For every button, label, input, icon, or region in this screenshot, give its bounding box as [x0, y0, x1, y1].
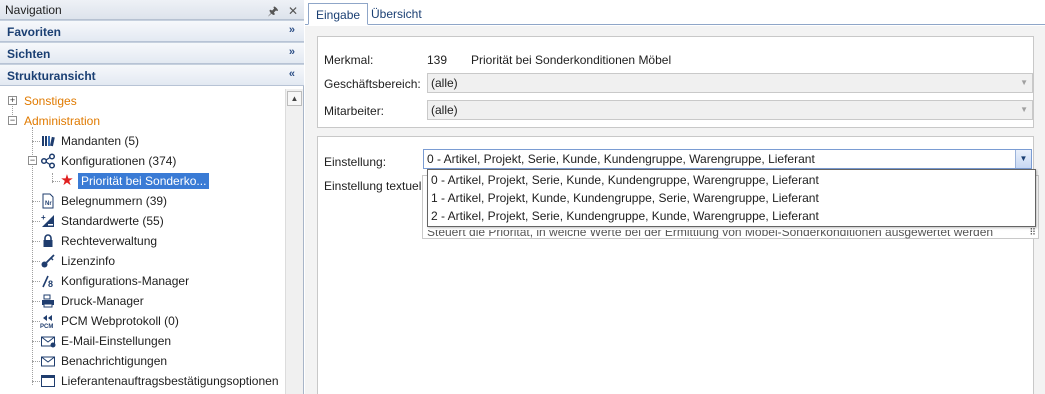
filter-group: Merkmal: 139 Priorität bei Sonderkonditi…: [317, 36, 1034, 128]
collapse-icon[interactable]: −: [8, 116, 17, 125]
window-icon: [40, 373, 56, 389]
tree-item-konfigurationen[interactable]: − Konfigurationen (374): [0, 152, 285, 170]
geschaeftsbereich-value: (alle): [431, 76, 458, 90]
description-text: Steuert die Priorität, in welche Werte b…: [427, 230, 994, 239]
lock-icon: [40, 233, 56, 249]
tree-item-lieferantenauftragsbestaetigungsoptionen[interactable]: Lieferantenauftragsbestätigungsoptionen: [0, 372, 285, 390]
tree-item-mandanten[interactable]: Mandanten (5): [0, 132, 285, 150]
mitarbeiter-value: (alle): [431, 103, 458, 117]
document-number-icon: Nr: [40, 193, 56, 209]
tree-item-label: Sonstiges: [24, 94, 77, 108]
tree-item-label: E-Mail-Einstellungen: [61, 334, 172, 348]
section-sichten[interactable]: Sichten »: [0, 42, 304, 64]
chevron-down-icon: »: [288, 46, 295, 58]
tree-item-label: Standardwerte (55): [61, 214, 164, 228]
tree-item-sonstiges[interactable]: + Sonstiges: [0, 92, 285, 110]
tree-item-label: Benachrichtigungen: [61, 354, 168, 368]
tree-item-administration[interactable]: − Administration: [0, 112, 285, 130]
chevron-up-icon: «: [288, 68, 295, 80]
library-icon: [40, 133, 56, 149]
tab-bar: Eingabe Übersicht: [305, 0, 1045, 25]
tree-item-benachrichtigungen[interactable]: Benachrichtigungen: [0, 352, 285, 370]
einstellung-textuell-label: Einstellung textuell:: [324, 179, 428, 193]
scroll-up-icon[interactable]: ▲: [287, 91, 302, 106]
tree-item-standardwerte[interactable]: + Standardwerte (55): [0, 212, 285, 230]
merkmal-name: Priorität bei Sonderkonditionen Möbel: [471, 53, 672, 67]
tree-item-label: Konfigurationen (374): [61, 154, 177, 168]
tree-item-label: Lizenzinfo: [61, 254, 116, 268]
svg-text:Nr: Nr: [45, 201, 52, 207]
dropdown-option[interactable]: 0 - Artikel, Projekt, Serie, Kunde, Kund…: [431, 171, 819, 189]
dropdown-option[interactable]: 2 - Artikel, Projekt, Serie, Kundengrupp…: [431, 207, 819, 225]
navigation-pane: Navigation 🖈︎ ✕ Favoriten » Sichten » St…: [0, 0, 304, 394]
chevron-down-icon[interactable]: ▼: [1015, 150, 1031, 168]
einstellung-label: Einstellung:: [324, 155, 387, 169]
geschaeftsbereich-label: Geschäftsbereich:: [324, 77, 421, 91]
notification-icon: [40, 353, 56, 369]
tree-item-konfigurations-manager[interactable]: 8 Konfigurations-Manager: [0, 272, 285, 290]
section-label: Sichten: [7, 47, 51, 61]
svg-text:8: 8: [48, 279, 53, 289]
tree-item-label: Administration: [24, 114, 101, 128]
merkmal-label: Merkmal:: [324, 53, 374, 67]
tree-item-label: Rechteverwaltung: [61, 234, 158, 248]
key-icon: [40, 253, 56, 269]
tree-item-pcm-webprotokoll[interactable]: PCM PCM Webprotokoll (0): [0, 312, 285, 330]
section-strukturansicht[interactable]: Strukturansicht «: [0, 64, 304, 86]
einstellung-dropdown-list[interactable]: 0 - Artikel, Projekt, Serie, Kunde, Kund…: [427, 169, 1036, 227]
svg-text:+: +: [41, 213, 46, 222]
dropdown-option[interactable]: 1 - Artikel, Projekt, Kunde, Kundengrupp…: [431, 189, 819, 207]
tree-item-lizenzinfo[interactable]: Lizenzinfo: [0, 252, 285, 270]
tab-uebersicht[interactable]: Übersicht: [364, 3, 429, 25]
navigation-title: Navigation: [5, 3, 62, 17]
mitarbeiter-combo[interactable]: (alle) ▼: [427, 100, 1033, 120]
section-label: Favoriten: [7, 25, 62, 39]
tree-item-label: Konfigurations-Manager: [61, 274, 190, 288]
structure-tree: + Sonstiges − Administration Mandanten (…: [0, 89, 285, 394]
navigation-header: Navigation 🖈︎ ✕: [0, 0, 304, 20]
tab-label: Übersicht: [371, 7, 422, 21]
tree-item-email-einstellungen[interactable]: E-Mail-Einstellungen: [0, 332, 285, 350]
tab-label: Eingabe: [316, 8, 361, 22]
tree-item-label: Mandanten (5): [61, 134, 140, 148]
chevron-down-icon: ▼: [1020, 78, 1028, 87]
pin-icon[interactable]: 🖈︎: [267, 4, 278, 18]
tree-item-belegnummern[interactable]: Nr Belegnummern (39): [0, 192, 285, 210]
expand-icon[interactable]: +: [8, 96, 17, 105]
star-icon: ★: [60, 172, 74, 189]
einstellung-combo[interactable]: 0 - Artikel, Projekt, Serie, Kunde, Kund…: [423, 149, 1032, 169]
tree-item-druck-manager[interactable]: Druck-Manager: [0, 292, 285, 310]
tree-item-label: Lieferantenauftragsbestätigungsoptionen: [61, 374, 279, 388]
close-icon[interactable]: ✕: [288, 4, 298, 18]
tree-item-label: Druck-Manager: [61, 294, 144, 308]
share-icon: [40, 153, 56, 169]
resize-grip-icon[interactable]: ⠿: [1029, 227, 1036, 238]
tree-item-rechteverwaltung[interactable]: Rechteverwaltung: [0, 232, 285, 250]
chevron-down-icon: ▼: [1020, 105, 1028, 114]
section-favoriten[interactable]: Favoriten »: [0, 20, 304, 42]
mitarbeiter-label: Mitarbeiter:: [324, 104, 385, 118]
plus-minus-icon: +: [40, 213, 56, 229]
pcm-icon: PCM: [40, 313, 56, 330]
tree-scrollbar[interactable]: ▲: [285, 89, 303, 394]
tree-item-label: Priorität bei Sonderko...: [78, 173, 210, 189]
collapse-icon[interactable]: −: [28, 156, 37, 165]
einstellung-value: 0 - Artikel, Projekt, Serie, Kunde, Kund…: [427, 152, 815, 166]
content-area: Merkmal: 139 Priorität bei Sonderkonditi…: [305, 26, 1045, 394]
mail-settings-icon: [40, 333, 56, 349]
tree-item-label: Belegnummern (39): [61, 194, 168, 208]
merkmal-number: 139: [427, 53, 448, 67]
tab-eingabe[interactable]: Eingabe: [308, 3, 369, 25]
tree-item-prioritaet-selected[interactable]: ★ Priorität bei Sonderko...: [0, 172, 285, 190]
config-manager-icon: 8: [40, 273, 56, 289]
geschaeftsbereich-combo[interactable]: (alle) ▼: [427, 73, 1033, 93]
chevron-down-icon: »: [288, 24, 295, 36]
svg-text:PCM: PCM: [40, 324, 53, 329]
section-label: Strukturansicht: [7, 69, 96, 83]
print-manager-icon: [40, 293, 56, 309]
tree-item-label: PCM Webprotokoll (0): [61, 314, 179, 328]
